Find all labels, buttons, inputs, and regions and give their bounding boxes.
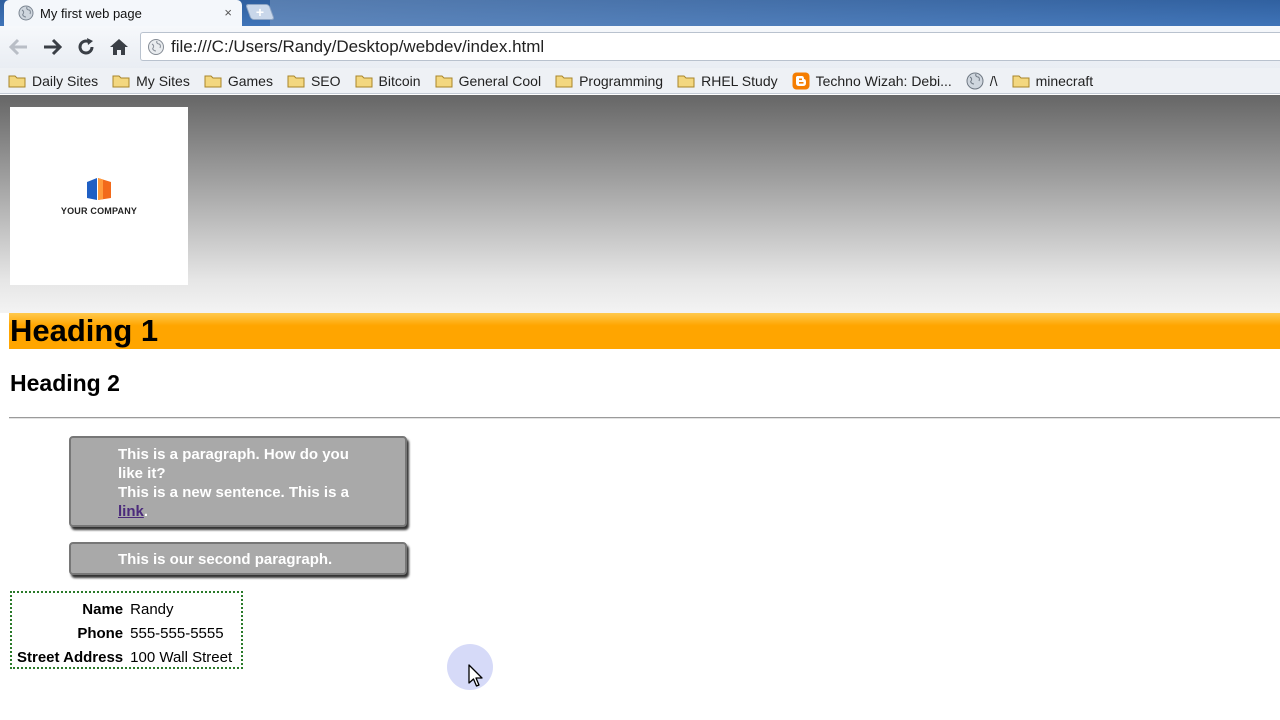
paragraph-1-line-2: This is a new sentence. This is a xyxy=(118,484,349,501)
bookmark-daily-sites[interactable]: Daily Sites xyxy=(8,73,98,89)
table-row: Street Address 100 Wall Street xyxy=(12,645,235,669)
reload-button[interactable] xyxy=(74,35,98,59)
browser-toolbar: file:///C:/Users/Randy/Desktop/webdev/in… xyxy=(0,26,1280,68)
heading-1: Heading 1 xyxy=(9,313,1280,349)
page-content: YOUR COMPANY Heading 1 Heading 2 This is… xyxy=(0,95,1280,720)
home-button[interactable] xyxy=(107,35,131,59)
bookmark-seo[interactable]: SEO xyxy=(287,73,341,89)
bookmark-general-cool[interactable]: General Cool xyxy=(435,73,541,89)
mouse-cursor-icon xyxy=(468,664,483,687)
arrow-left-icon xyxy=(9,38,27,56)
plus-icon: + xyxy=(255,4,265,20)
folder-icon xyxy=(204,74,222,88)
forward-button[interactable] xyxy=(40,35,64,59)
bookmark-minecraft[interactable]: minecraft xyxy=(1012,73,1093,89)
arrow-right-icon xyxy=(44,38,62,56)
folder-icon xyxy=(112,74,130,88)
logo-icon xyxy=(87,178,111,200)
tab-strip: My first web page × + xyxy=(0,0,1280,26)
info-value-phone: 555-555-5555 xyxy=(130,624,224,642)
page-header: YOUR COMPANY xyxy=(0,95,1280,313)
info-label-address: Street Address xyxy=(17,648,124,666)
info-label-name: Name xyxy=(82,600,124,618)
bookmark-programming[interactable]: Programming xyxy=(555,73,663,89)
info-value-address: 100 Wall Street xyxy=(130,648,233,666)
paragraph-1: This is a paragraph. How do you like it?… xyxy=(69,436,407,527)
back-button[interactable] xyxy=(7,35,31,59)
bookmark-rhel-study[interactable]: RHEL Study xyxy=(677,73,778,89)
home-icon xyxy=(110,39,128,55)
paragraph-2: This is our second paragraph. xyxy=(69,542,407,575)
heading-2: Heading 2 xyxy=(10,370,120,396)
bookmark-my-sites[interactable]: My Sites xyxy=(112,73,190,89)
folder-icon xyxy=(555,74,573,88)
folder-icon xyxy=(677,74,695,88)
tab-my-first-web-page[interactable]: My first web page × xyxy=(4,0,242,26)
bookmark-bitcoin[interactable]: Bitcoin xyxy=(355,73,421,89)
table-row: Name Randy xyxy=(12,597,235,621)
page-info-icon[interactable] xyxy=(147,38,165,56)
table-row: Phone 555-555-5555 xyxy=(12,621,235,645)
logo-text: YOUR COMPANY xyxy=(60,206,138,216)
url-text: file:///C:/Users/Randy/Desktop/webdev/in… xyxy=(171,36,545,56)
folder-icon xyxy=(355,74,373,88)
horizontal-rule xyxy=(9,417,1280,419)
bookmark-games[interactable]: Games xyxy=(204,73,273,89)
info-label-phone: Phone xyxy=(77,624,124,642)
blogger-icon xyxy=(792,72,810,90)
contact-info-table: Name Randy Phone 555-555-5555 Street Add… xyxy=(10,591,243,669)
tab-strip-background xyxy=(270,0,1280,26)
bookmark-globe[interactable]: /\ xyxy=(966,72,998,90)
company-logo: YOUR COMPANY xyxy=(10,107,188,285)
folder-icon xyxy=(8,74,26,88)
bookmarks-bar: Daily Sites My Sites Games SEO Bitcoin G… xyxy=(0,68,1280,94)
tab-title: My first web page xyxy=(40,5,142,21)
paragraph-1-line-1: This is a paragraph. How do you like it? xyxy=(118,446,349,482)
paragraph-link[interactable]: link xyxy=(118,503,144,520)
address-bar[interactable]: file:///C:/Users/Randy/Desktop/webdev/in… xyxy=(140,32,1280,61)
folder-icon xyxy=(435,74,453,88)
new-tab-button[interactable]: + xyxy=(245,4,275,20)
folder-icon xyxy=(287,74,305,88)
paragraph-1-period: . xyxy=(143,503,149,520)
folder-icon xyxy=(1012,74,1030,88)
info-value-name: Randy xyxy=(130,600,174,618)
globe-icon xyxy=(18,5,34,21)
close-icon[interactable]: × xyxy=(224,5,232,21)
bookmark-techno-wizah[interactable]: Techno Wizah: Debi... xyxy=(792,72,952,90)
reload-icon xyxy=(78,38,94,55)
globe-icon xyxy=(966,72,984,90)
